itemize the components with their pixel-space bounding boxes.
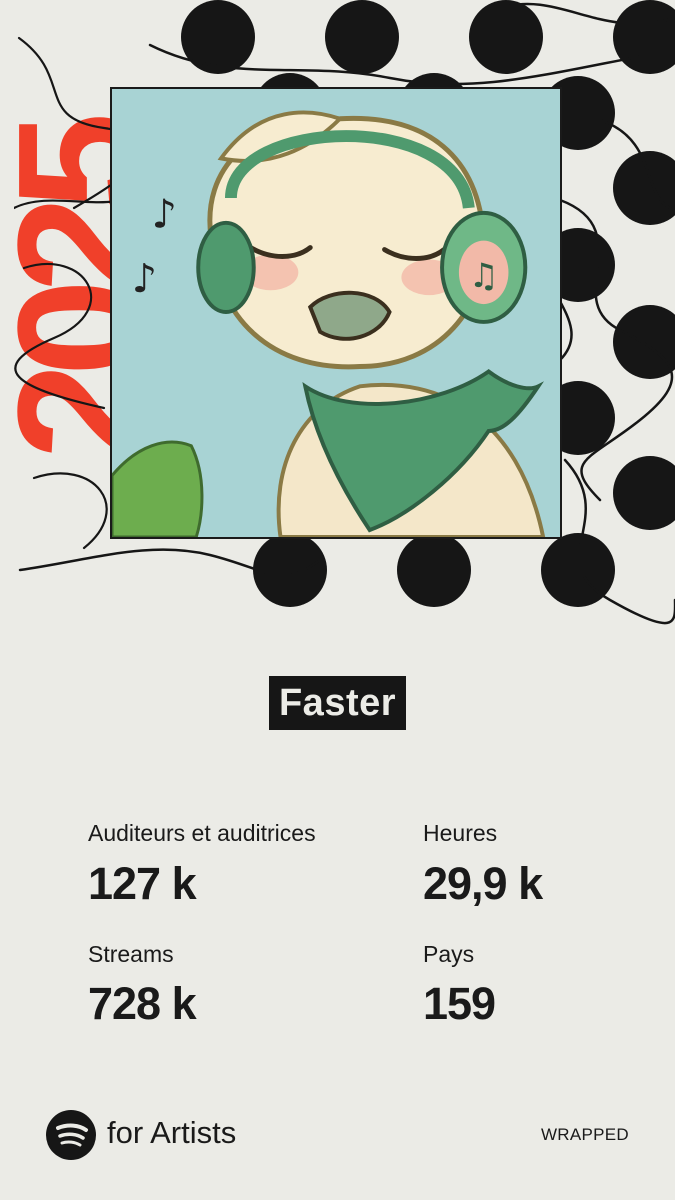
stat-value-hours: 29,9 k (423, 858, 543, 909)
track-title: Faster (268, 676, 407, 730)
stat-label-hours: Heures (423, 820, 498, 846)
svg-text:♫: ♫ (469, 256, 499, 295)
stat-value-listeners: 127 k (88, 858, 197, 909)
footer-brand-text: for Artists (107, 1115, 237, 1150)
spotify-logo-icon (46, 1110, 96, 1160)
album-artwork: ♫ ♪ ♪ (110, 87, 562, 539)
svg-text:♪: ♪ (132, 256, 157, 302)
stat-value-countries: 159 (423, 978, 496, 1029)
stat-label-streams: Streams (88, 941, 174, 967)
stat-label-countries: Pays (423, 941, 475, 967)
svg-text:♪: ♪ (152, 192, 177, 238)
stat-label-listeners: Auditeurs et auditrices (88, 820, 316, 846)
footer-wrapped-label: WRAPPED (540, 1125, 629, 1144)
stat-value-streams: 728 k (88, 978, 197, 1029)
track-title-wrapper: Faster (0, 676, 675, 730)
